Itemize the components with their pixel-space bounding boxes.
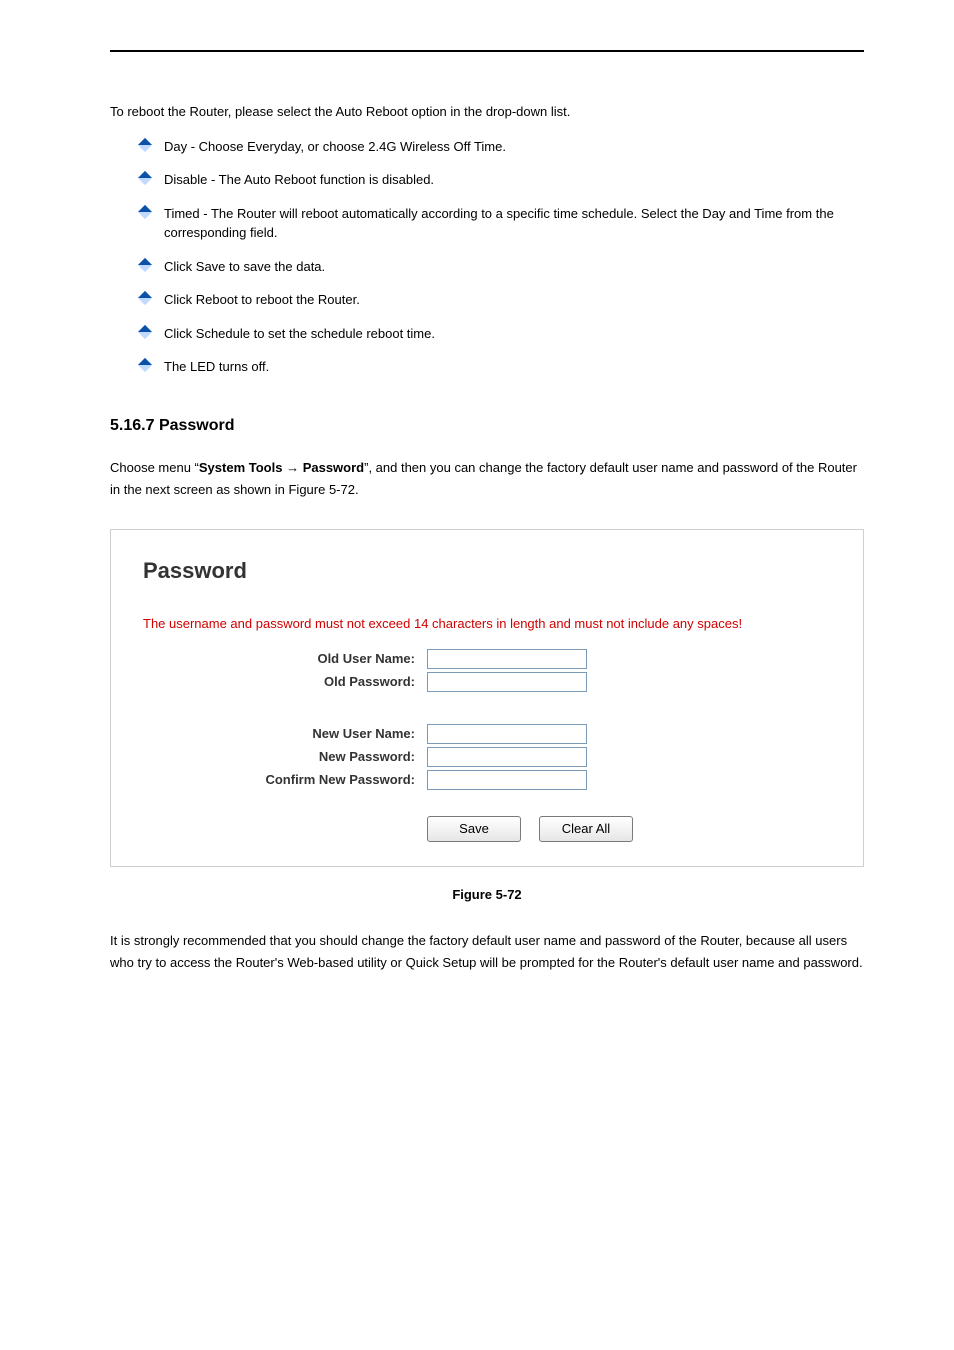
diamond-icon	[138, 358, 152, 372]
form-row-old-user: Old User Name:	[135, 649, 839, 669]
list-item: Disable - The Auto Reboot function is di…	[140, 170, 864, 190]
list-item: Timed - The Router will reboot automatic…	[140, 204, 864, 243]
diamond-icon	[138, 325, 152, 339]
label-old-pass: Old Password:	[135, 674, 427, 689]
intro-text: To reboot the Router, please select the …	[110, 102, 864, 123]
list-item: Click Reboot to reboot the Router.	[140, 290, 864, 310]
confirm-new-password-input[interactable]	[427, 770, 587, 790]
form-row-new-user: New User Name:	[135, 724, 839, 744]
list-item-text: Click Schedule to set the schedule reboo…	[164, 324, 435, 344]
tail-paragraph: It is strongly recommended that you shou…	[110, 930, 864, 974]
breadcrumb-2: Password	[303, 460, 364, 475]
panel-title: Password	[143, 558, 839, 584]
button-row: Save Clear All	[427, 816, 839, 842]
list-item-text: Disable - The Auto Reboot function is di…	[164, 170, 434, 190]
diamond-icon	[138, 171, 152, 185]
new-password-input[interactable]	[427, 747, 587, 767]
section-body: Choose menu “System Tools → Password”, a…	[110, 457, 864, 501]
form-row-old-pass: Old Password:	[135, 672, 839, 692]
list-item-text: Click Save to save the data.	[164, 257, 325, 277]
diamond-icon	[138, 205, 152, 219]
label-old-user: Old User Name:	[135, 651, 427, 666]
save-button[interactable]: Save	[427, 816, 521, 842]
list-item: Click Save to save the data.	[140, 257, 864, 277]
panel-warning: The username and password must not excee…	[143, 616, 839, 631]
section-number: 5.16.7	[110, 417, 154, 434]
list-item-text: Click Reboot to reboot the Router.	[164, 290, 360, 310]
form-gap	[135, 695, 839, 721]
list-item-text: Day - Choose Everyday, or choose 2.4G Wi…	[164, 137, 506, 157]
label-confirm: Confirm New Password:	[135, 772, 427, 787]
list-item: Day - Choose Everyday, or choose 2.4G Wi…	[140, 137, 864, 157]
clear-all-button[interactable]: Clear All	[539, 816, 633, 842]
figure-caption: Figure 5-72	[110, 887, 864, 902]
breadcrumb-1: System Tools	[199, 460, 283, 475]
page: To reboot the Router, please select the …	[0, 0, 954, 1350]
label-new-pass: New Password:	[135, 749, 427, 764]
section-heading: 5.16.7 Password	[110, 417, 864, 435]
old-user-name-input[interactable]	[427, 649, 587, 669]
list-item-text: Timed - The Router will reboot automatic…	[164, 204, 864, 243]
diamond-icon	[138, 291, 152, 305]
form-row-new-pass: New Password:	[135, 747, 839, 767]
list-item: The LED turns off.	[140, 357, 864, 377]
old-password-input[interactable]	[427, 672, 587, 692]
body-prefix: Choose menu “	[110, 460, 199, 475]
list-item: Click Schedule to set the schedule reboo…	[140, 324, 864, 344]
arrow-icon: →	[282, 460, 302, 475]
diamond-icon	[138, 258, 152, 272]
label-new-user: New User Name:	[135, 726, 427, 741]
bullet-list: Day - Choose Everyday, or choose 2.4G Wi…	[140, 137, 864, 377]
top-rule	[110, 50, 864, 52]
section-title: Password	[159, 417, 235, 434]
list-item-text: The LED turns off.	[164, 357, 269, 377]
password-panel: Password The username and password must …	[110, 529, 864, 867]
form-row-confirm: Confirm New Password:	[135, 770, 839, 790]
new-user-name-input[interactable]	[427, 724, 587, 744]
diamond-icon	[138, 138, 152, 152]
